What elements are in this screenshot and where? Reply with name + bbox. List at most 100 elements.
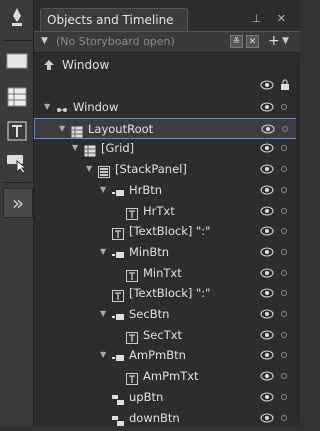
visibility-eye-icon[interactable] (260, 288, 274, 298)
lock-toggle-icon[interactable] (281, 166, 287, 173)
button-icon (112, 246, 124, 258)
tree-item-label: AmPmBtn (129, 348, 186, 363)
textblock-icon (126, 329, 138, 344)
tree-row[interactable]: downBtn (34, 408, 300, 429)
visibility-eye-icon[interactable] (260, 247, 274, 257)
tree-row[interactable]: ▼ [StackPanel] (34, 159, 300, 180)
storyboard-options-icon[interactable]: ▼ (282, 36, 289, 46)
tree-row[interactable]: ▼ AmPmBtn (34, 345, 300, 366)
tree-item-label: upBtn (129, 389, 164, 404)
tree-item-label: [Grid] (101, 141, 135, 156)
lock-toggle-icon[interactable] (281, 228, 287, 235)
scrollbar[interactable] (296, 60, 300, 420)
tree-row[interactable]: MinTxt (34, 263, 300, 284)
text-tool-icon[interactable] (4, 118, 30, 144)
tree-item-label: LayoutRoot (88, 121, 154, 136)
show-all-eye-icon[interactable] (260, 80, 274, 90)
lock-toggle-icon[interactable] (281, 393, 287, 400)
lock-toggle-icon[interactable] (281, 373, 287, 380)
textblock-icon (112, 225, 124, 241)
scope-up-icon[interactable] (42, 59, 56, 71)
tree-item-label: SecBtn (129, 307, 170, 321)
tree-item-label: AmPmTxt (143, 369, 199, 384)
objects-and-timeline-panel: Objects and Timeline ⊥ ✕ ▼ (No Storyboar… (34, 0, 300, 426)
textblock-icon (126, 370, 138, 386)
storyboard-expand-icon[interactable]: ≚ (230, 35, 243, 48)
tree-item-label: Window (73, 100, 119, 114)
tree-row[interactable]: HrTxt (34, 201, 300, 222)
expand-caret-icon[interactable]: ▼ (86, 164, 92, 173)
lock-toggle-icon[interactable] (281, 290, 287, 297)
scope-row[interactable]: Window (34, 54, 300, 76)
grid-tool-icon[interactable] (4, 84, 30, 110)
visibility-eye-icon[interactable] (260, 392, 274, 402)
tree-row[interactable]: [TextBlock] ":" (34, 221, 300, 242)
repeatbutton-icon (112, 412, 124, 426)
expand-caret-icon[interactable]: ▼ (100, 309, 106, 318)
expand-caret-icon[interactable]: ▼ (72, 143, 78, 152)
visibility-eye-icon[interactable] (260, 350, 274, 360)
expand-assets-button[interactable]: » (3, 188, 33, 218)
new-storyboard-icon[interactable]: + (268, 33, 280, 49)
lock-all-icon[interactable] (280, 79, 290, 91)
storyboard-close-icon[interactable]: ✕ (246, 35, 259, 48)
visibility-eye-icon[interactable] (260, 226, 274, 236)
lock-toggle-icon[interactable] (281, 207, 287, 214)
visibility-eye-icon[interactable] (260, 309, 274, 319)
lock-toggle-icon[interactable] (281, 248, 287, 255)
visibility-eye-icon[interactable] (260, 413, 274, 423)
lock-toggle-icon[interactable] (282, 125, 288, 132)
button-icon (112, 308, 124, 320)
toolbar-divider (3, 182, 31, 183)
expand-caret-icon[interactable]: ▼ (100, 350, 106, 359)
visibility-eye-icon[interactable] (260, 371, 274, 381)
tools-toolbar: » (0, 0, 34, 426)
tree-row[interactable]: ▼ HrBtn (34, 180, 300, 201)
visibility-eye-icon[interactable] (260, 143, 274, 153)
selection-tool-icon[interactable] (4, 150, 30, 176)
tree-item-label: [TextBlock] ":" (129, 286, 211, 301)
visibility-eye-icon[interactable] (260, 164, 274, 174)
repeatbutton-icon (112, 391, 124, 405)
lock-toggle-icon[interactable] (281, 104, 287, 110)
expand-caret-icon[interactable]: ▼ (44, 102, 50, 111)
lock-toggle-icon[interactable] (281, 145, 287, 152)
visibility-eye-icon[interactable] (260, 268, 274, 278)
lock-toggle-icon[interactable] (281, 331, 287, 338)
visibility-eye-icon[interactable] (261, 124, 275, 134)
textblock-icon (126, 267, 138, 282)
expand-caret-icon[interactable]: ▼ (59, 124, 65, 133)
storyboard-picker[interactable]: (No Storyboard open) (56, 35, 175, 48)
tree-item-label: [StackPanel] (115, 162, 187, 177)
tree-row[interactable]: ▼ MinBtn (34, 242, 300, 263)
expand-caret-icon[interactable]: ▼ (100, 247, 106, 256)
expand-caret-icon[interactable]: ▼ (100, 185, 106, 194)
tree-row[interactable]: SecTxt (34, 325, 300, 346)
panel-tab[interactable]: Objects and Timeline (40, 8, 188, 32)
panel-header: Objects and Timeline ⊥ ✕ (34, 0, 300, 32)
tree-row[interactable]: upBtn (34, 387, 300, 408)
rectangle-tool-icon[interactable] (4, 48, 30, 74)
pen-tool-icon[interactable] (4, 4, 30, 30)
scope-label: Window (62, 58, 110, 72)
lock-toggle-icon[interactable] (281, 269, 287, 276)
tree-row[interactable]: ▼ Window (34, 97, 300, 118)
storyboard-dropdown-icon[interactable]: ▼ (41, 36, 48, 46)
pin-close-icons[interactable]: ⊥ ✕ (252, 12, 292, 25)
tree-row-selected[interactable]: ▼ LayoutRoot (34, 117, 300, 139)
tree-row[interactable]: ▼ SecBtn (34, 304, 300, 325)
tree-row[interactable]: [TextBlock] ":" (34, 283, 300, 304)
lock-toggle-icon[interactable] (281, 311, 287, 317)
lock-toggle-icon[interactable] (281, 352, 287, 359)
button-icon (112, 349, 124, 362)
tree-item-label: MinTxt (143, 265, 182, 280)
visibility-eye-icon[interactable] (260, 330, 274, 340)
visibility-eye-icon[interactable] (260, 185, 274, 195)
tree-row[interactable]: AmPmTxt (34, 366, 300, 387)
visibility-eye-icon[interactable] (260, 102, 274, 112)
visibility-eye-icon[interactable] (260, 206, 274, 216)
lock-toggle-icon[interactable] (281, 414, 287, 421)
tree-row[interactable]: ▼ [Grid] (34, 138, 300, 159)
toolbar-divider (3, 40, 31, 41)
lock-toggle-icon[interactable] (281, 186, 287, 193)
